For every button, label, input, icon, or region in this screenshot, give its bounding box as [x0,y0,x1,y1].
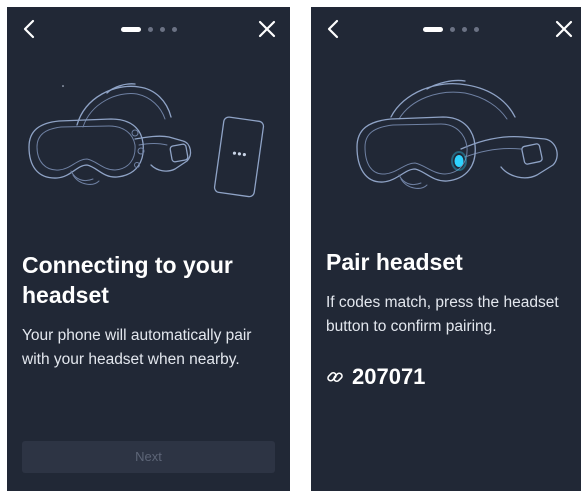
page-description: If codes match, press the headset button… [326,294,559,335]
progress-dots [121,26,177,32]
chevron-left-icon[interactable] [19,17,39,41]
headset-and-phone-illustration [28,83,265,198]
progress-dot [148,26,153,32]
top-bar [7,7,290,51]
page-title: Pair headset [326,249,463,275]
progress-dot-active [121,26,141,32]
progress-dot [160,26,165,32]
connecting-screen: Connecting to your headset Your phone wi… [7,7,290,491]
top-bar [311,7,581,51]
progress-dot [474,26,479,32]
headset-illustration [356,79,558,189]
progress-dot [462,26,467,32]
close-icon[interactable] [256,18,278,40]
progress-dot [172,26,177,32]
progress-dot [450,26,455,32]
close-icon[interactable] [553,18,575,40]
progress-dots [423,26,479,32]
link-icon [327,371,343,383]
progress-dot-active [423,26,443,32]
chevron-left-icon[interactable] [323,17,343,41]
pairing-code-row: 207071 [326,364,425,390]
pairing-code: 207071 [352,364,426,389]
page-title: Connecting to your headset [22,252,233,308]
next-button[interactable]: Next [22,441,275,473]
page-description: Your phone will automatically pair with … [22,327,252,368]
pair-headset-screen: Pair headset If codes match, press the h… [311,7,581,491]
